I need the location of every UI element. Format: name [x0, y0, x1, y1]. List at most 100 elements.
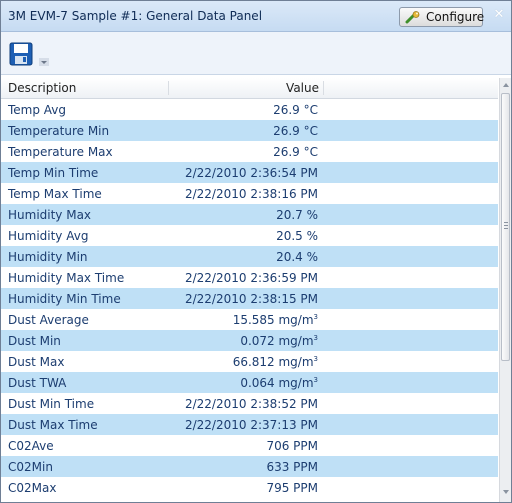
table-row[interactable]: C02Ave 706 PPM	[1, 435, 498, 456]
cell-value: 2/22/2010 2:38:52 PM	[161, 397, 318, 411]
cell-value-text: 26.9 °C	[273, 145, 318, 159]
cell-value-text: 2/22/2010 2:37:13 PM	[184, 418, 318, 432]
save-button[interactable]	[9, 36, 61, 70]
cell-value-text: 26.9 °C	[273, 124, 318, 138]
cell-value-text: 2/22/2010 2:38:15 PM	[184, 292, 318, 306]
cell-value: 20.5 %	[161, 229, 318, 243]
cell-value: 2/22/2010 2:37:13 PM	[161, 418, 318, 432]
table-row[interactable]: Dust Min Time 2/22/2010 2:38:52 PM	[1, 393, 498, 414]
cell-value: 2/22/2010 2:38:15 PM	[161, 292, 318, 306]
cell-value: 633 PPM	[161, 460, 318, 474]
scrollbar-grip-icon	[504, 222, 508, 230]
table-row[interactable]: Temp Avg 26.9 °C	[1, 99, 498, 120]
cell-description: C02Max	[8, 481, 57, 495]
cell-value-text: 2/22/2010 2:38:16 PM	[184, 187, 318, 201]
cell-value-text: 26.9 °C	[273, 103, 318, 117]
cell-description: Humidity Min	[8, 250, 88, 264]
column-header-description[interactable]: Description	[8, 81, 169, 95]
cell-value-text: 0.064 mg/m	[240, 376, 314, 390]
cell-value: 66.812 mg/m3	[161, 355, 318, 369]
wrench-icon	[405, 11, 420, 24]
table-row[interactable]: Humidity Max 20.7 %	[1, 204, 498, 225]
cell-value-text: 20.7 %	[276, 208, 318, 222]
table-row[interactable]: Humidity Min 20.4 %	[1, 246, 498, 267]
table-row[interactable]: Humidity Avg 20.5 %	[1, 225, 498, 246]
unit-exponent: 3	[313, 334, 318, 342]
cell-value-text: 0.072 mg/m	[240, 334, 314, 348]
floppy-disk-icon	[9, 42, 33, 66]
table-row[interactable]: C02Min 633 PPM	[1, 456, 498, 477]
window-title: 3M EVM-7 Sample #1: General Data Panel	[8, 9, 263, 23]
grid-header: Description Value	[1, 78, 498, 99]
scrollbar-thumb[interactable]	[501, 93, 510, 361]
table-row[interactable]: Dust Max Time 2/22/2010 2:37:13 PM	[1, 414, 498, 435]
cell-description: Dust TWA	[8, 376, 67, 390]
cell-description: Humidity Max Time	[8, 271, 125, 285]
cell-value-text: 15.585 mg/m	[232, 313, 314, 327]
cell-value-text: 20.5 %	[276, 229, 318, 243]
close-icon[interactable]: ✕	[492, 7, 506, 23]
cell-description: Temperature Min	[8, 124, 110, 138]
cell-description: Dust Average	[8, 313, 89, 327]
cell-description: Temp Avg	[8, 103, 67, 117]
table-row[interactable]: Dust TWA 0.064 mg/m3	[1, 372, 498, 393]
column-header-value-label: Value	[286, 81, 319, 95]
cell-value-text: 795 PPM	[266, 481, 318, 495]
cell-value-text: 20.4 %	[276, 250, 318, 264]
cell-value-text: 2/22/2010 2:36:54 PM	[184, 166, 318, 180]
cell-description: C02Ave	[8, 439, 54, 453]
cell-description: Dust Max	[8, 355, 65, 369]
table-row[interactable]: Dust Average 15.585 mg/m3	[1, 309, 498, 330]
cell-value: 26.9 °C	[161, 145, 318, 159]
data-grid: Description Value Temp Avg 26.9 °C Tempera…	[1, 78, 498, 502]
cell-value: 2/22/2010 2:38:16 PM	[161, 187, 318, 201]
cell-description: C02Min	[8, 460, 53, 474]
table-row[interactable]: C02Max 795 PPM	[1, 477, 498, 498]
table-row[interactable]: Dust Max 66.812 mg/m3	[1, 351, 498, 372]
table-row[interactable]: Temperature Max 26.9 °C	[1, 141, 498, 162]
cell-description: Humidity Min Time	[8, 292, 121, 306]
cell-value: 795 PPM	[161, 481, 318, 495]
cell-value-text: 706 PPM	[266, 439, 318, 453]
cell-value-text: 2/22/2010 2:36:59 PM	[184, 271, 318, 285]
cell-value: 0.064 mg/m3	[161, 376, 318, 390]
cell-description: Dust Min	[8, 334, 61, 348]
table-row[interactable]: Humidity Min Time 2/22/2010 2:38:15 PM	[1, 288, 498, 309]
cell-value: 0.072 mg/m3	[161, 334, 318, 348]
unit-exponent: 3	[313, 355, 318, 363]
configure-button[interactable]: Configure	[399, 7, 485, 27]
vertical-scrollbar[interactable]	[499, 78, 511, 502]
table-row[interactable]: Temperature Min 26.9 °C	[1, 120, 498, 141]
table-row[interactable]: Temp Min Time 2/22/2010 2:36:54 PM	[1, 162, 498, 183]
toolbar	[1, 32, 511, 75]
scroll-down-icon[interactable]	[502, 488, 510, 496]
table-row[interactable]: Temp Max Time 2/22/2010 2:38:16 PM	[1, 183, 498, 204]
cell-description: Dust Min Time	[8, 397, 95, 411]
cell-description: Temp Min Time	[8, 166, 99, 180]
configure-label: Configure	[426, 10, 485, 24]
cell-value: 26.9 °C	[161, 124, 318, 138]
cell-description: Dust Max Time	[8, 418, 98, 432]
cell-description: Humidity Max	[8, 208, 92, 222]
cell-value-text: 66.812 mg/m	[232, 355, 314, 369]
column-header-value[interactable]: Value	[169, 81, 324, 95]
unit-exponent: 3	[313, 376, 318, 384]
cell-value: 26.9 °C	[161, 103, 318, 117]
cell-value: 2/22/2010 2:36:54 PM	[161, 166, 318, 180]
table-row[interactable]: Dust Min 0.072 mg/m3	[1, 330, 498, 351]
cell-description: Temp Max Time	[8, 187, 102, 201]
chevron-down-icon[interactable]	[39, 58, 49, 66]
table-row[interactable]: Humidity Max Time 2/22/2010 2:36:59 PM	[1, 267, 498, 288]
cell-description: Temperature Max	[8, 145, 113, 159]
general-data-panel-window: 3M EVM-7 Sample #1: General Data Panel C…	[0, 0, 512, 503]
title-bar: 3M EVM-7 Sample #1: General Data Panel C…	[1, 1, 511, 32]
cell-value-text: 633 PPM	[266, 460, 318, 474]
cell-description: Humidity Avg	[8, 229, 89, 243]
cell-value: 2/22/2010 2:36:59 PM	[161, 271, 318, 285]
cell-value: 706 PPM	[161, 439, 318, 453]
unit-exponent: 3	[313, 313, 318, 321]
scroll-up-icon[interactable]	[502, 81, 510, 89]
cell-value-text: 2/22/2010 2:38:52 PM	[184, 397, 318, 411]
cell-value: 15.585 mg/m3	[161, 313, 318, 327]
cell-value: 20.4 %	[161, 250, 318, 264]
